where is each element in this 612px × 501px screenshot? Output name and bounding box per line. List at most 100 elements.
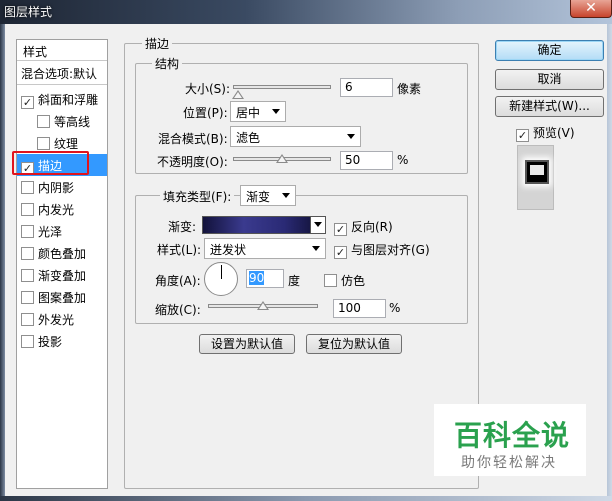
angle-value: 90: [249, 271, 265, 285]
checkbox[interactable]: [21, 335, 34, 348]
position-select[interactable]: 居中: [230, 101, 286, 122]
highlight-annotation: [12, 151, 89, 175]
blend-mode-value: 滤色: [236, 131, 261, 145]
checkbox[interactable]: ✓: [516, 129, 529, 142]
position-label: 位置(P):: [183, 106, 228, 120]
set-default-button[interactable]: 设置为默认值: [199, 334, 295, 354]
watermark-tagline: 助你轻松解决: [461, 455, 557, 471]
sidebar-item-bevel-emboss[interactable]: ✓ 斜面和浮雕: [17, 88, 107, 110]
size-slider[interactable]: [233, 85, 331, 89]
checkbox[interactable]: ✓: [334, 223, 347, 236]
sidebar-item-label: 纹理: [54, 137, 79, 151]
sidebar-item-label: 内阴影: [38, 181, 75, 195]
sidebar-item-inner-glow[interactable]: 内发光: [17, 198, 107, 220]
sidebar-item-drop-shadow[interactable]: 投影: [17, 330, 107, 352]
title-bar: 图层样式 ✕: [0, 0, 612, 24]
structure-group-title: 结构: [152, 55, 183, 72]
align-label: 与图层对齐(G): [351, 243, 430, 257]
chevron-down-icon: [347, 134, 355, 139]
dither-label: 仿色: [341, 274, 366, 288]
opacity-slider-thumb[interactable]: [276, 154, 288, 163]
sidebar-item-pattern-overlay[interactable]: 图案叠加: [17, 286, 107, 308]
watermark-logo-text: 百科全说: [454, 419, 571, 452]
style-value: 迸发状: [210, 243, 247, 257]
sidebar-item-outer-glow[interactable]: 外发光: [17, 308, 107, 330]
sidebar-item-blend-options[interactable]: 混合选项:默认: [17, 62, 107, 85]
checkbox[interactable]: [37, 137, 50, 150]
size-label: 大小(S):: [185, 82, 231, 96]
reverse-checkbox[interactable]: ✓ 反向(R): [334, 218, 393, 236]
sidebar-item-label: 等高线: [54, 115, 91, 129]
chevron-down-icon: [272, 109, 280, 114]
sidebar-item-label: 投影: [38, 335, 63, 349]
angle-label: 角度(A):: [155, 274, 201, 288]
checkbox[interactable]: ✓: [21, 96, 34, 109]
ok-button[interactable]: 确定: [495, 40, 604, 61]
sidebar-item-satin[interactable]: 光泽: [17, 220, 107, 242]
watermark: 百科全说 助你轻松解决: [434, 404, 586, 476]
reverse-label: 反向(R): [351, 220, 393, 234]
checkbox[interactable]: [21, 203, 34, 216]
opacity-label: 不透明度(O):: [157, 155, 228, 169]
window-title: 图层样式: [4, 5, 53, 19]
style-list: 样式 混合选项:默认 ✓ 斜面和浮雕 等高线 纹理 ✓ 描边 内阴影 内发光 光泽 …: [16, 39, 108, 489]
size-input[interactable]: 6: [340, 78, 393, 97]
sidebar-item-label: 内发光: [38, 203, 75, 217]
preview-label: 预览(V): [533, 126, 575, 140]
sidebar-item-label: 颜色叠加: [38, 247, 87, 261]
scale-input[interactable]: 100: [333, 299, 386, 318]
opacity-input[interactable]: 50: [340, 151, 393, 170]
chevron-down-icon: [312, 246, 320, 251]
angle-dial[interactable]: [204, 262, 238, 296]
sidebar-item-label: 外发光: [38, 313, 75, 327]
window-frame-right: [607, 24, 612, 501]
sidebar-item-label: 光泽: [38, 225, 63, 239]
preview-checkbox[interactable]: ✓ 预览(V): [516, 124, 575, 142]
sidebar-item-gradient-overlay[interactable]: 渐变叠加: [17, 264, 107, 286]
checkbox[interactable]: [324, 274, 337, 287]
size-unit: 像素: [397, 82, 422, 96]
sidebar-item-contour[interactable]: 等高线: [17, 110, 107, 132]
sidebar-item-label: 渐变叠加: [38, 269, 87, 283]
cancel-button[interactable]: 取消: [495, 69, 604, 90]
checkbox[interactable]: [21, 269, 34, 282]
fill-type-select[interactable]: 渐变: [240, 185, 296, 206]
dither-checkbox[interactable]: 仿色: [324, 272, 365, 289]
angle-input[interactable]: 90: [246, 269, 284, 288]
scale-slider-thumb[interactable]: [257, 301, 269, 310]
checkbox[interactable]: [21, 313, 34, 326]
sidebar-item-inner-shadow[interactable]: 内阴影: [17, 176, 107, 198]
sidebar-item-label: 图案叠加: [38, 291, 87, 305]
blend-mode-label: 混合模式(B):: [158, 132, 228, 146]
style-preview-thumbnail: [517, 145, 554, 210]
checkbox[interactable]: [37, 115, 50, 128]
align-with-layer-checkbox[interactable]: ✓ 与图层对齐(G): [334, 241, 430, 259]
reset-default-button[interactable]: 复位为默认值: [306, 334, 402, 354]
scale-unit: %: [389, 301, 401, 315]
scale-label: 缩放(C):: [155, 303, 201, 317]
blend-mode-select[interactable]: 滤色: [230, 126, 361, 147]
gradient-picker[interactable]: [202, 216, 326, 234]
chevron-down-icon[interactable]: [310, 217, 325, 233]
checkbox[interactable]: [21, 291, 34, 304]
sidebar-item-color-overlay[interactable]: 颜色叠加: [17, 242, 107, 264]
new-style-button[interactable]: 新建样式(W)...: [495, 96, 604, 117]
sidebar-item-label: 斜面和浮雕: [38, 93, 99, 107]
sidebar-item-label: 混合选项:默认: [21, 67, 98, 81]
gradient-label: 渐变:: [168, 220, 197, 234]
style-list-header: 样式: [17, 40, 107, 61]
size-slider-thumb[interactable]: [231, 90, 244, 99]
opacity-unit: %: [397, 153, 409, 167]
close-button[interactable]: ✕: [570, 0, 612, 18]
window-frame-bottom: [0, 496, 612, 501]
checkbox[interactable]: [21, 247, 34, 260]
style-label: 样式(L):: [157, 243, 202, 257]
checkbox[interactable]: ✓: [334, 246, 347, 259]
angle-unit: 度: [288, 274, 301, 288]
style-select[interactable]: 迸发状: [204, 238, 326, 259]
stroke-group-title: 描边: [142, 35, 173, 52]
fill-type-label: 填充类型(F):: [160, 188, 235, 205]
fill-type-value: 渐变: [246, 190, 271, 204]
checkbox[interactable]: [21, 225, 34, 238]
checkbox[interactable]: [21, 181, 34, 194]
